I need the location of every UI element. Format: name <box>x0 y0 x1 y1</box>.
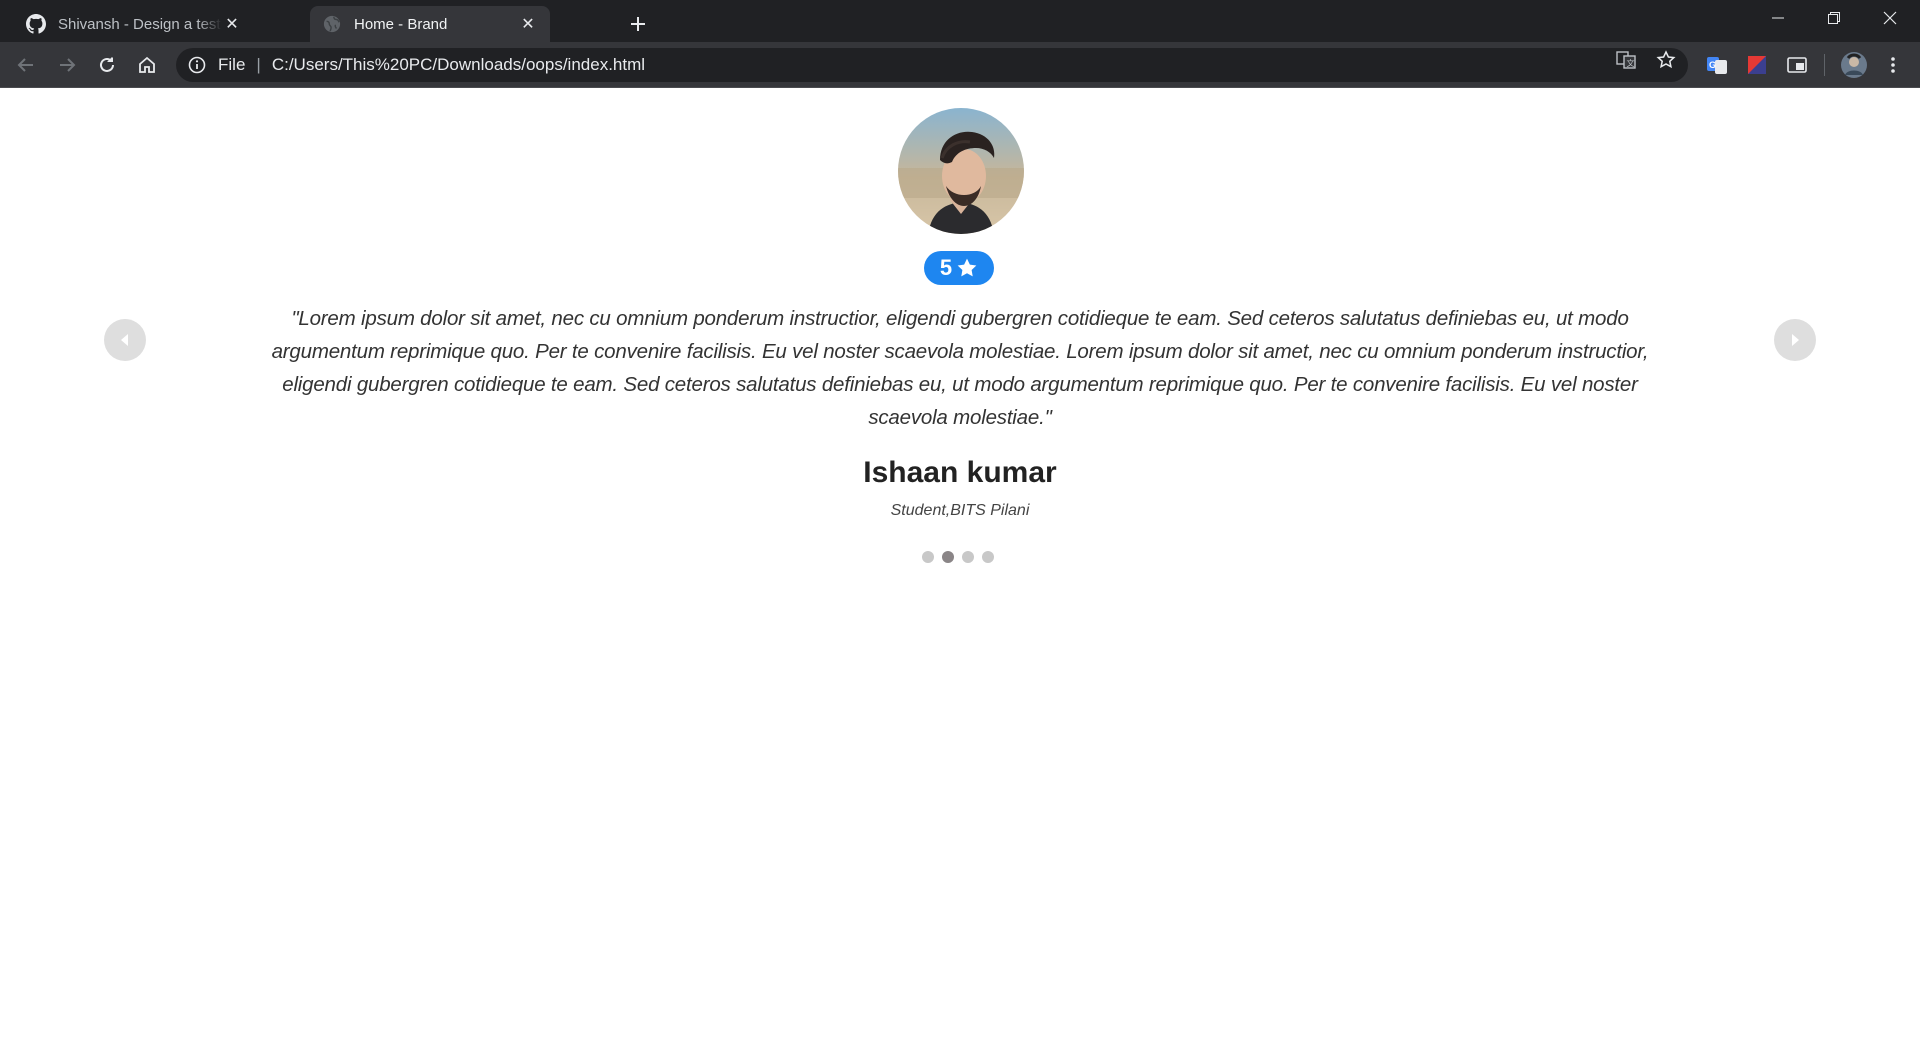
carousel-indicators <box>922 551 994 563</box>
tab-close-icon[interactable]: ✕ <box>222 14 242 34</box>
tab-title: Shivansh - Design a testimonials <box>58 15 222 33</box>
browser-tabstrip: Shivansh - Design a testimonials ✕ Home … <box>0 0 1920 42</box>
toolbar-divider <box>1824 54 1825 76</box>
profile-avatar[interactable] <box>1840 51 1868 79</box>
testimonial-author-name: Ishaan kumar <box>863 456 1057 489</box>
testimonial-author-role: Student,BITS Pilani <box>890 502 1030 519</box>
forward-icon[interactable] <box>53 51 81 79</box>
back-icon[interactable] <box>12 51 40 79</box>
info-icon[interactable] <box>188 56 206 74</box>
prev-arrow-button[interactable] <box>104 319 146 361</box>
globe-icon <box>322 14 342 34</box>
testimonial-quote: "Lorem ipsum dolor sit amet, nec cu omni… <box>271 307 1649 429</box>
testimonial-page: 5 "Lorem ipsum dolor sit amet, nec cu om… <box>0 88 1920 1040</box>
close-window-icon[interactable] <box>1862 0 1918 36</box>
picture-in-picture-icon[interactable] <box>1786 54 1808 76</box>
caret-right-icon <box>1792 334 1799 346</box>
svg-text:文: 文 <box>1627 58 1635 68</box>
translate-icon[interactable]: 文 <box>1616 50 1636 70</box>
menu-kebab-icon[interactable] <box>1882 54 1904 76</box>
tab-home-brand[interactable]: Home - Brand ✕ <box>310 6 550 42</box>
carousel-dot-3[interactable] <box>962 551 974 563</box>
google-translate-extension-icon[interactable]: G <box>1706 54 1728 76</box>
address-bar[interactable]: File | C:/Users/This%20PC/Downloads/oops… <box>176 48 1688 82</box>
new-tab-button[interactable] <box>624 10 652 38</box>
star-icon <box>957 258 977 277</box>
rating-badge: 5 <box>924 251 994 285</box>
address-separator: | <box>256 55 261 74</box>
reload-icon[interactable] <box>93 51 121 79</box>
caret-left-icon <box>121 334 128 346</box>
address-url: C:/Users/This%20PC/Downloads/oops/index.… <box>271 55 646 74</box>
carousel-dot-2[interactable] <box>942 551 954 563</box>
carousel-dot-1[interactable] <box>922 551 934 563</box>
extension-icon[interactable] <box>1746 54 1768 76</box>
minimize-icon[interactable] <box>1750 0 1806 36</box>
home-icon[interactable] <box>133 51 161 79</box>
browser-toolbar: File | C:/Users/This%20PC/Downloads/oops… <box>0 42 1920 88</box>
tab-github[interactable]: Shivansh - Design a testimonials ✕ <box>14 6 254 42</box>
address-scheme: File <box>218 55 246 74</box>
restore-icon[interactable] <box>1806 0 1862 36</box>
svg-text:G: G <box>1709 60 1716 70</box>
carousel-dot-4[interactable] <box>982 551 994 563</box>
tab-close-icon[interactable]: ✕ <box>518 14 538 34</box>
tab-title: Home - Brand <box>354 15 448 33</box>
bookmark-star-icon[interactable] <box>1656 50 1676 70</box>
next-arrow-button[interactable] <box>1774 319 1816 361</box>
avatar <box>898 108 1024 234</box>
github-icon <box>26 14 46 34</box>
rating-value: 5 <box>939 255 953 280</box>
